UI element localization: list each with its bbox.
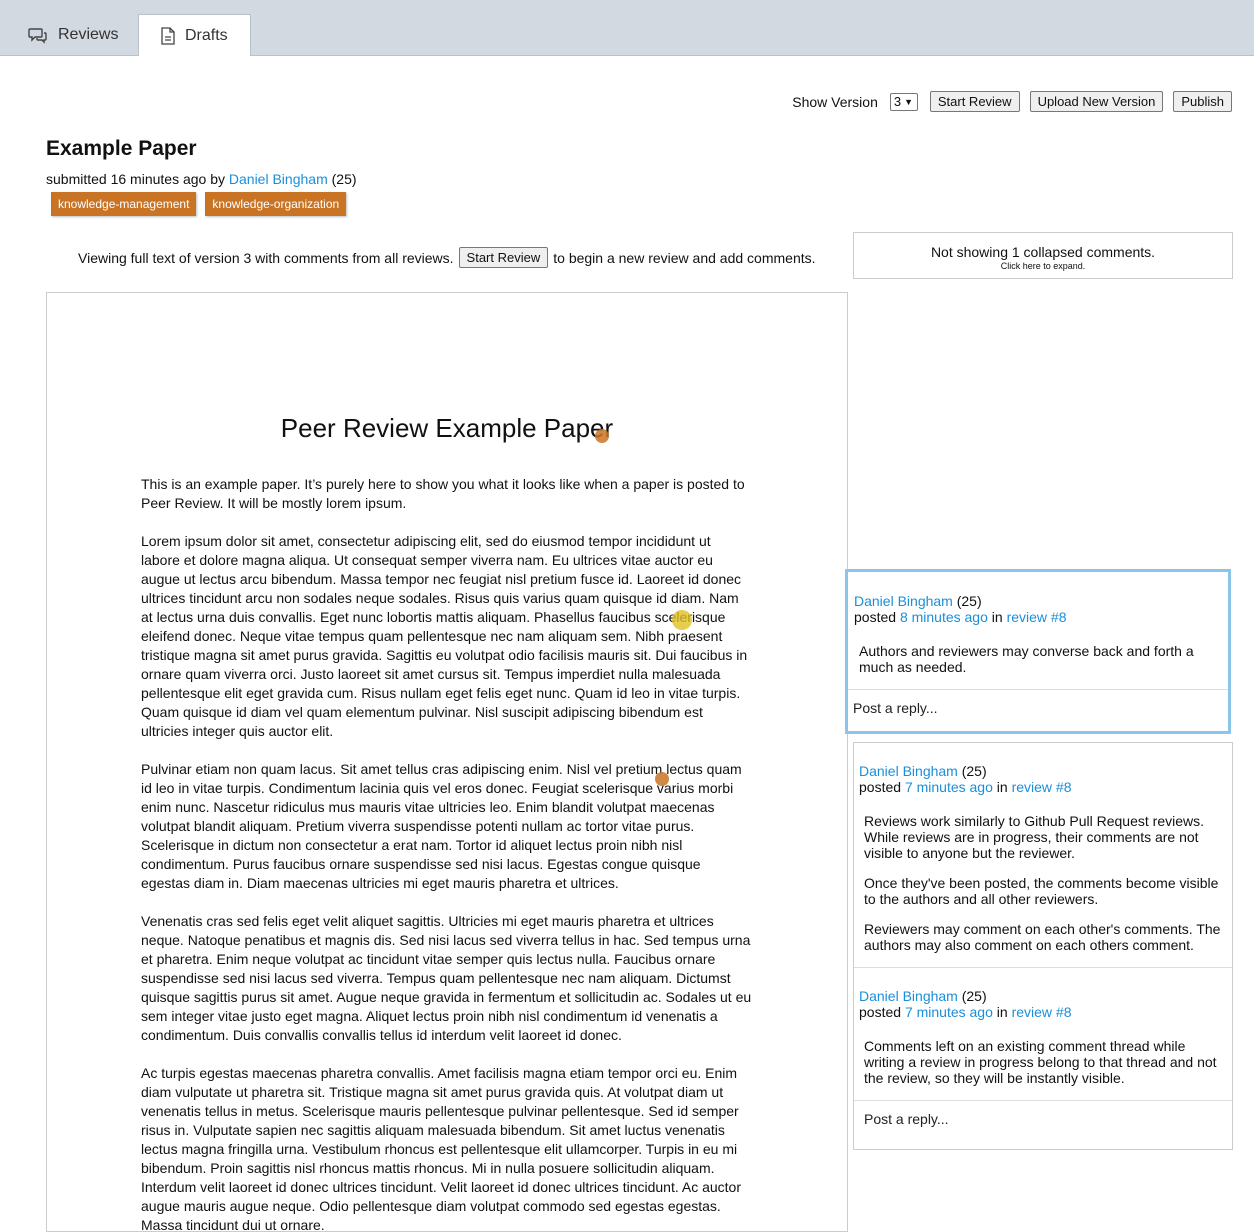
comment-marker[interactable] [595, 429, 609, 443]
comment-text: Reviewers may comment on each other's co… [864, 921, 1221, 953]
comment-review-link[interactable]: review #8 [1012, 1004, 1072, 1020]
comment-in-label: in [996, 1004, 1008, 1020]
comment-author-link[interactable]: Daniel Bingham [854, 593, 953, 609]
comment: Daniel Bingham (25) posted 8 minutes ago… [848, 572, 1228, 675]
viewing-text-after: to begin a new review and add comments. [553, 249, 816, 266]
document-icon [161, 26, 175, 45]
comment-marker-active[interactable] [672, 610, 692, 630]
comment-review-link[interactable]: review #8 [1007, 609, 1067, 625]
version-select-value: 3 [893, 94, 902, 109]
document-paragraph: Venenatis cras sed felis eget velit aliq… [141, 913, 752, 1043]
author-reputation: (25) [331, 171, 357, 187]
submitted-text: submitted 16 minutes ago by [46, 171, 225, 187]
comment-posted-label: posted [859, 779, 902, 795]
comment-thread-active: Daniel Bingham (25) posted 8 minutes ago… [845, 569, 1231, 734]
comment: Daniel Bingham (25) posted 7 minutes ago… [854, 967, 1232, 1086]
tag-list: knowledge-management knowledge-organizat… [51, 192, 347, 216]
page-title: Example Paper [46, 137, 197, 160]
reply-input[interactable]: Post a reply... [854, 1100, 1232, 1137]
tab-bar: Reviews Drafts [0, 0, 1254, 56]
comment-header: Daniel Bingham (25) posted 7 minutes ago… [859, 763, 1227, 795]
collapsed-hint: Click here to expand. [1000, 261, 1086, 271]
upload-new-version-button[interactable]: Upload New Version [1029, 91, 1164, 112]
comment-thread: Daniel Bingham (25) posted 7 minutes ago… [853, 742, 1233, 1150]
viewing-text: Viewing full text of version 3 with comm… [78, 249, 454, 266]
comment-posted-label: posted [854, 609, 897, 625]
comment-text: Once they've been posted, the comments b… [864, 875, 1219, 907]
start-review-button[interactable]: Start Review [929, 91, 1020, 112]
comment-text: Comments left on an existing comment thr… [864, 1038, 1217, 1086]
comment-marker[interactable] [655, 772, 669, 786]
chat-bubbles-icon [28, 27, 47, 44]
comment-header: Daniel Bingham (25) posted 7 minutes ago… [859, 988, 1227, 1020]
version-toolbar: Show Version 3 ▼ Start Review Upload New… [792, 91, 1232, 112]
comment-body: Reviews work similarly to Github Pull Re… [859, 813, 1227, 953]
comment-author-link[interactable]: Daniel Bingham [859, 763, 958, 779]
document-body: This is an example paper. It’s purely he… [141, 475, 753, 1232]
tab-reviews-label: Reviews [58, 25, 119, 43]
tag[interactable]: knowledge-organization [205, 192, 347, 216]
collapsed-comments-notice[interactable]: Not showing 1 collapsed comments. Click … [853, 232, 1233, 279]
comment-text: Reviews work similarly to Github Pull Re… [864, 813, 1204, 861]
comment-time-link[interactable]: 7 minutes ago [905, 1004, 993, 1020]
comment-in-label: in [991, 609, 1003, 625]
reply-input[interactable]: Post a reply... [848, 689, 1228, 726]
comment-review-link[interactable]: review #8 [1012, 779, 1072, 795]
collapsed-message: Not showing 1 collapsed comments. [930, 244, 1156, 260]
publish-button[interactable]: Publish [1173, 91, 1232, 112]
document-heading: Peer Review Example Paper [280, 413, 614, 443]
tab-reviews[interactable]: Reviews [14, 14, 138, 55]
submission-info: submitted 16 minutes ago by Daniel Bingh… [46, 171, 357, 187]
comment-author-rep: (25) [956, 593, 982, 609]
comment-text: Authors and reviewers may converse back … [859, 643, 1194, 675]
comment-author-link[interactable]: Daniel Bingham [859, 988, 958, 1004]
viewing-notice: Viewing full text of version 3 with comm… [78, 247, 816, 268]
comment-header: Daniel Bingham (25) posted 8 minutes ago… [854, 593, 1222, 625]
start-review-inline-button[interactable]: Start Review [458, 247, 549, 268]
author-link[interactable]: Daniel Bingham [229, 171, 328, 187]
document-paragraph: Lorem ipsum dolor sit amet, consectetur … [141, 533, 748, 739]
comment-in-label: in [996, 779, 1008, 795]
version-select[interactable]: 3 ▼ [889, 92, 918, 111]
tag[interactable]: knowledge-management [51, 192, 197, 216]
document-paragraph: This is an example paper. It’s purely he… [141, 476, 745, 511]
paper-document: Peer Review Example Paper This is an exa… [46, 292, 848, 1232]
comment: Daniel Bingham (25) posted 7 minutes ago… [854, 743, 1232, 953]
comment-time-link[interactable]: 8 minutes ago [900, 609, 988, 625]
comment-body: Comments left on an existing comment thr… [859, 1038, 1227, 1086]
document-paragraph: Ac turpis egestas maecenas pharetra conv… [141, 1065, 741, 1232]
comment-posted-label: posted [859, 1004, 902, 1020]
comment-author-rep: (25) [961, 988, 987, 1004]
comment-body: Authors and reviewers may converse back … [854, 643, 1222, 675]
comment-time-link[interactable]: 7 minutes ago [905, 779, 993, 795]
tab-drafts[interactable]: Drafts [138, 14, 251, 56]
chevron-down-icon: ▼ [904, 96, 914, 107]
comment-author-rep: (25) [961, 763, 987, 779]
tab-drafts-label: Drafts [185, 26, 228, 44]
show-version-label: Show Version [792, 93, 878, 110]
